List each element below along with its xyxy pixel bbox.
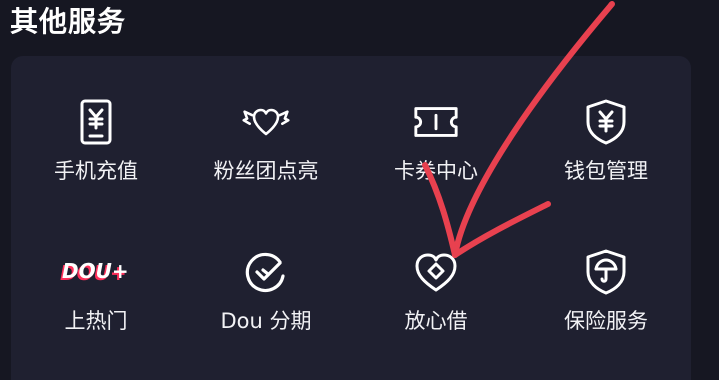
service-label: Dou 分期 bbox=[220, 309, 312, 333]
winged-heart-icon bbox=[242, 98, 290, 146]
services-card: 手机充值 粉丝团点亮 卡券中心 钱包管理 DOU+ DOU+ 上热门 Dou 分… bbox=[11, 56, 691, 380]
service-coupon-center[interactable]: 卡券中心 bbox=[351, 98, 521, 218]
phone-recharge-icon bbox=[72, 98, 120, 146]
dou-plus-logo-text: DOU+ bbox=[62, 259, 129, 283]
service-dou-installment[interactable]: Dou 分期 bbox=[181, 248, 351, 368]
shield-yen-icon bbox=[582, 98, 630, 146]
service-fangxin-loan[interactable]: 放心借 bbox=[351, 248, 521, 368]
heart-diamond-icon bbox=[412, 248, 460, 296]
check-circle-icon bbox=[242, 248, 290, 296]
ticket-icon bbox=[412, 98, 460, 146]
service-label: 手机充值 bbox=[54, 159, 138, 183]
service-label: 钱包管理 bbox=[564, 159, 648, 183]
service-label: 粉丝团点亮 bbox=[213, 159, 319, 183]
shield-umbrella-icon bbox=[582, 248, 630, 296]
service-label: 放心借 bbox=[404, 309, 468, 333]
service-dou-plus[interactable]: DOU+ DOU+ 上热门 bbox=[11, 248, 181, 368]
service-label: 上热门 bbox=[64, 309, 128, 333]
other-services-page: 其他服务 手机充值 粉丝团点亮 卡券中心 钱包管理 DOU+ DOU+ 上热门 … bbox=[0, 0, 719, 380]
service-label: 卡券中心 bbox=[394, 159, 478, 183]
service-wallet-management[interactable]: 钱包管理 bbox=[521, 98, 691, 218]
service-fan-club[interactable]: 粉丝团点亮 bbox=[181, 98, 351, 218]
dou-plus-logo: DOU+ DOU+ bbox=[56, 248, 136, 296]
service-label: 保险服务 bbox=[564, 309, 648, 333]
service-phone-recharge[interactable]: 手机充值 bbox=[11, 98, 181, 218]
section-title: 其他服务 bbox=[10, 5, 127, 38]
service-insurance[interactable]: 保险服务 bbox=[521, 248, 691, 368]
